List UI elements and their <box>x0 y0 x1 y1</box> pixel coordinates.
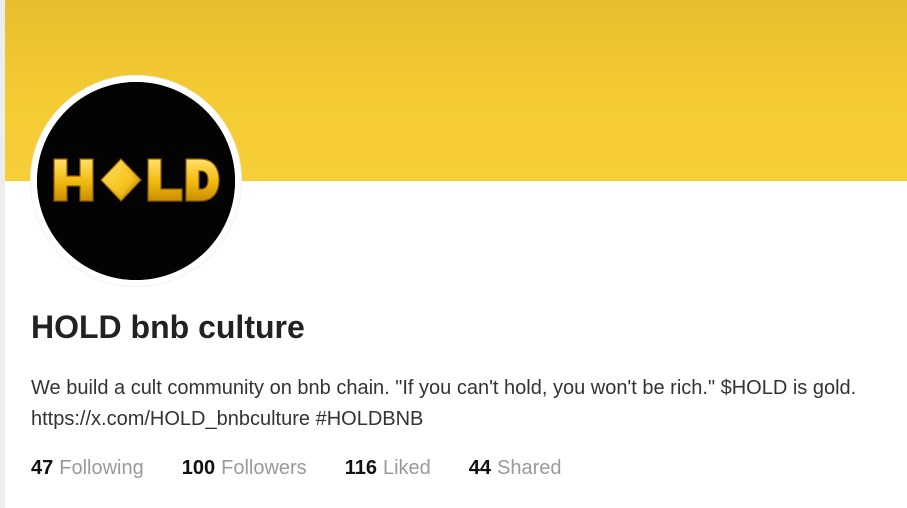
followers-count: 100 <box>181 457 216 479</box>
following-label: Following <box>59 457 144 479</box>
stat-liked[interactable]: 116 Liked <box>345 453 431 483</box>
stat-followers[interactable]: 100 Followers <box>182 453 307 483</box>
stat-following[interactable]: 47 Following <box>31 453 144 483</box>
following-count: 47 <box>31 457 54 479</box>
shared-count: 44 <box>468 457 492 479</box>
profile-page: HOLD bnb culture We build a cult communi… <box>0 0 907 508</box>
profile-name: HOLD bnb culture <box>31 309 305 345</box>
profile-stats: 47 Following 100 Followers 116 Liked 44 … <box>31 453 600 483</box>
profile-avatar[interactable] <box>37 82 235 280</box>
liked-count: 116 <box>344 457 377 479</box>
liked-label: Liked <box>382 457 431 479</box>
profile-bio: We build a cult community on bnb chain. … <box>31 377 857 430</box>
stat-shared[interactable]: 44 Shared <box>469 453 562 483</box>
followers-label: Followers <box>221 457 307 479</box>
shared-label: Shared <box>497 457 562 479</box>
hold-logo-icon <box>37 82 235 280</box>
